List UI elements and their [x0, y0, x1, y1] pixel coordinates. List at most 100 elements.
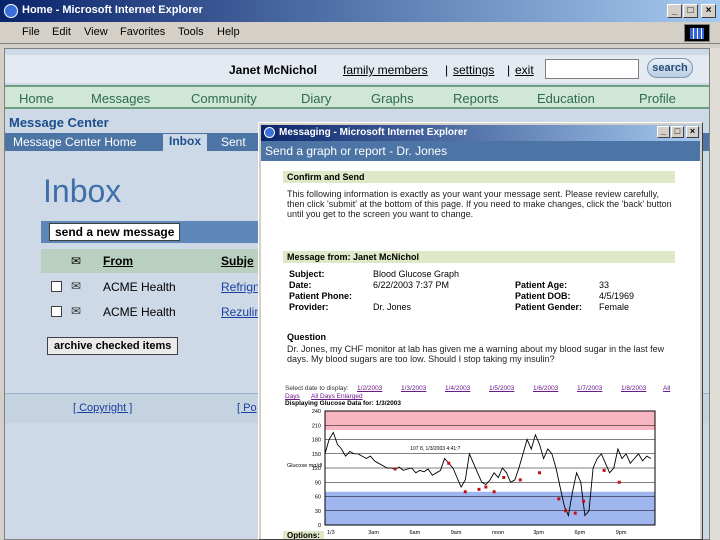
dob-value: 4/5/1969 — [599, 291, 635, 301]
search-input[interactable] — [545, 59, 639, 79]
data-marker — [477, 487, 481, 491]
tab-inbox[interactable]: Inbox — [163, 134, 207, 151]
minimize-icon[interactable]: _ — [657, 126, 670, 138]
nav-messages[interactable]: Messages — [91, 91, 150, 106]
main-title-bar: Home - Microsoft Internet Explorer _ □ × — [0, 0, 720, 22]
menu-view[interactable]: View — [84, 26, 108, 38]
envelope-icon: ✉ — [71, 279, 82, 293]
gender-label: Patient Gender: — [515, 302, 583, 312]
column-subject[interactable]: Subje — [221, 254, 254, 268]
inbox-table-header: ✉ From Subje — [41, 249, 261, 273]
maximize-icon[interactable]: □ — [671, 126, 684, 138]
footer-link[interactable]: [ Po — [237, 402, 257, 414]
subject-value: Blood Glucose Graph — [373, 269, 460, 279]
message-section-title: Message from: Janet McNichol — [283, 251, 675, 263]
date-link[interactable]: 1/3/2003 — [401, 385, 426, 392]
confirm-section-title: Confirm and Send — [283, 171, 675, 183]
envelope-icon: ✉ — [71, 304, 82, 318]
new-message-bar: send a new message — [41, 221, 261, 243]
ie-icon — [264, 127, 275, 138]
x-tick-label: 1/3 — [327, 530, 335, 536]
menu-help[interactable]: Help — [217, 26, 240, 38]
search-button[interactable]: search — [647, 58, 693, 78]
date-link[interactable]: 1/6/2003 — [533, 385, 558, 392]
menu-tools[interactable]: Tools — [178, 26, 204, 38]
x-tick-label: 9am — [451, 530, 462, 536]
data-marker — [463, 490, 467, 494]
date-link[interactable]: 1/2/2003 — [357, 385, 382, 392]
tab-sent[interactable]: Sent — [221, 135, 246, 149]
envelope-icon: ✉ — [71, 254, 82, 268]
date-link[interactable]: 1/5/2003 — [489, 385, 514, 392]
glucose-chart-panel: Select date to display: 1/2/2003 1/3/200… — [285, 385, 673, 537]
row-checkbox[interactable] — [51, 306, 62, 317]
phone-label: Patient Phone: — [289, 291, 353, 301]
maximize-icon[interactable]: □ — [683, 4, 698, 18]
date-link[interactable]: 1/4/2003 — [445, 385, 470, 392]
dob-label: Patient DOB: — [515, 291, 571, 301]
date-link[interactable]: All — [663, 385, 670, 392]
nav-home[interactable]: Home — [19, 91, 54, 106]
user-name: Janet McNichol — [229, 63, 318, 77]
exit-link[interactable]: exit — [515, 63, 534, 77]
y-tick-label: 210 — [312, 423, 321, 429]
nav-graphs[interactable]: Graphs — [371, 91, 414, 106]
popup-window-title: Messaging - Microsoft Internet Explorer — [279, 127, 468, 138]
data-marker — [617, 480, 621, 484]
copyright-link[interactable]: [ Copyright ] — [73, 402, 132, 414]
nav-education[interactable]: Education — [537, 91, 595, 106]
row-subject-link[interactable]: Rezulin — [221, 305, 261, 319]
menu-edit[interactable]: Edit — [52, 26, 71, 38]
nav-profile[interactable]: Profile — [639, 91, 676, 106]
popup-body: Send a graph or report - Dr. Jones Confi… — [261, 141, 700, 539]
archive-checked-button[interactable]: archive checked items — [47, 337, 179, 355]
days-link[interactable]: Days — [285, 393, 300, 400]
message-center-title: Message Center — [9, 115, 109, 130]
all-days-link[interactable]: All Days Enlarged — [311, 393, 363, 400]
menu-file[interactable]: File — [22, 26, 40, 38]
row-checkbox[interactable] — [51, 281, 62, 292]
question-section-title: Question — [283, 331, 675, 343]
vertical-scrollbar[interactable] — [710, 48, 720, 540]
tab-message-center-home[interactable]: Message Center Home — [13, 135, 136, 149]
data-marker — [582, 499, 585, 503]
provider-label: Provider: — [289, 302, 329, 312]
date-link[interactable]: 1/8/2003 — [621, 385, 646, 392]
subject-label: Subject: — [289, 269, 325, 279]
question-text: Dr. Jones, my CHF monitor at lab has giv… — [287, 344, 665, 364]
minimize-icon[interactable]: _ — [667, 4, 682, 18]
data-marker — [502, 476, 506, 479]
y-tick-label: 90 — [315, 480, 321, 486]
y-tick-label: 30 — [315, 509, 321, 515]
chart-band-target — [325, 439, 655, 492]
glucose-chart: 0306090120150180210240Glucose mg/dl1/3 3a… — [287, 409, 656, 536]
x-tick-label: 6pm — [575, 530, 586, 536]
data-marker — [492, 490, 496, 494]
column-from[interactable]: From — [103, 254, 133, 268]
date-link[interactable]: 1/7/2003 — [577, 385, 602, 392]
family-members-link[interactable]: family members — [343, 63, 428, 77]
user-bar: Janet McNichol family members | settings… — [5, 55, 709, 83]
chart-band-high — [325, 411, 655, 430]
gender-value: Female — [599, 302, 630, 312]
row-subject-link[interactable]: Refrign — [221, 280, 260, 294]
close-icon[interactable]: × — [701, 4, 716, 18]
nav-reports[interactable]: Reports — [453, 91, 499, 106]
row-from: ACME Health — [103, 280, 176, 294]
x-tick-label: noon — [492, 530, 504, 536]
settings-link[interactable]: settings — [453, 63, 494, 77]
menu-favorites[interactable]: Favorites — [120, 26, 165, 38]
displaying-label: Displaying Glucose Data for: 1/3/2003 — [285, 400, 401, 407]
confirm-text: This following information is exactly as… — [287, 189, 672, 219]
close-icon[interactable]: × — [686, 126, 699, 138]
send-new-message-button[interactable]: send a new message — [49, 223, 181, 241]
table-row[interactable]: ✉ ACME Health Refrign — [41, 275, 261, 299]
popup-heading: Send a graph or report - Dr. Jones — [265, 144, 448, 158]
data-marker — [602, 468, 606, 472]
nav-diary[interactable]: Diary — [301, 91, 331, 106]
nav-community[interactable]: Community — [191, 91, 257, 106]
table-row[interactable]: ✉ ACME Health Rezulin — [41, 300, 261, 324]
age-value: 33 — [599, 280, 610, 290]
row-from: ACME Health — [103, 305, 176, 319]
ie-icon — [4, 4, 18, 18]
